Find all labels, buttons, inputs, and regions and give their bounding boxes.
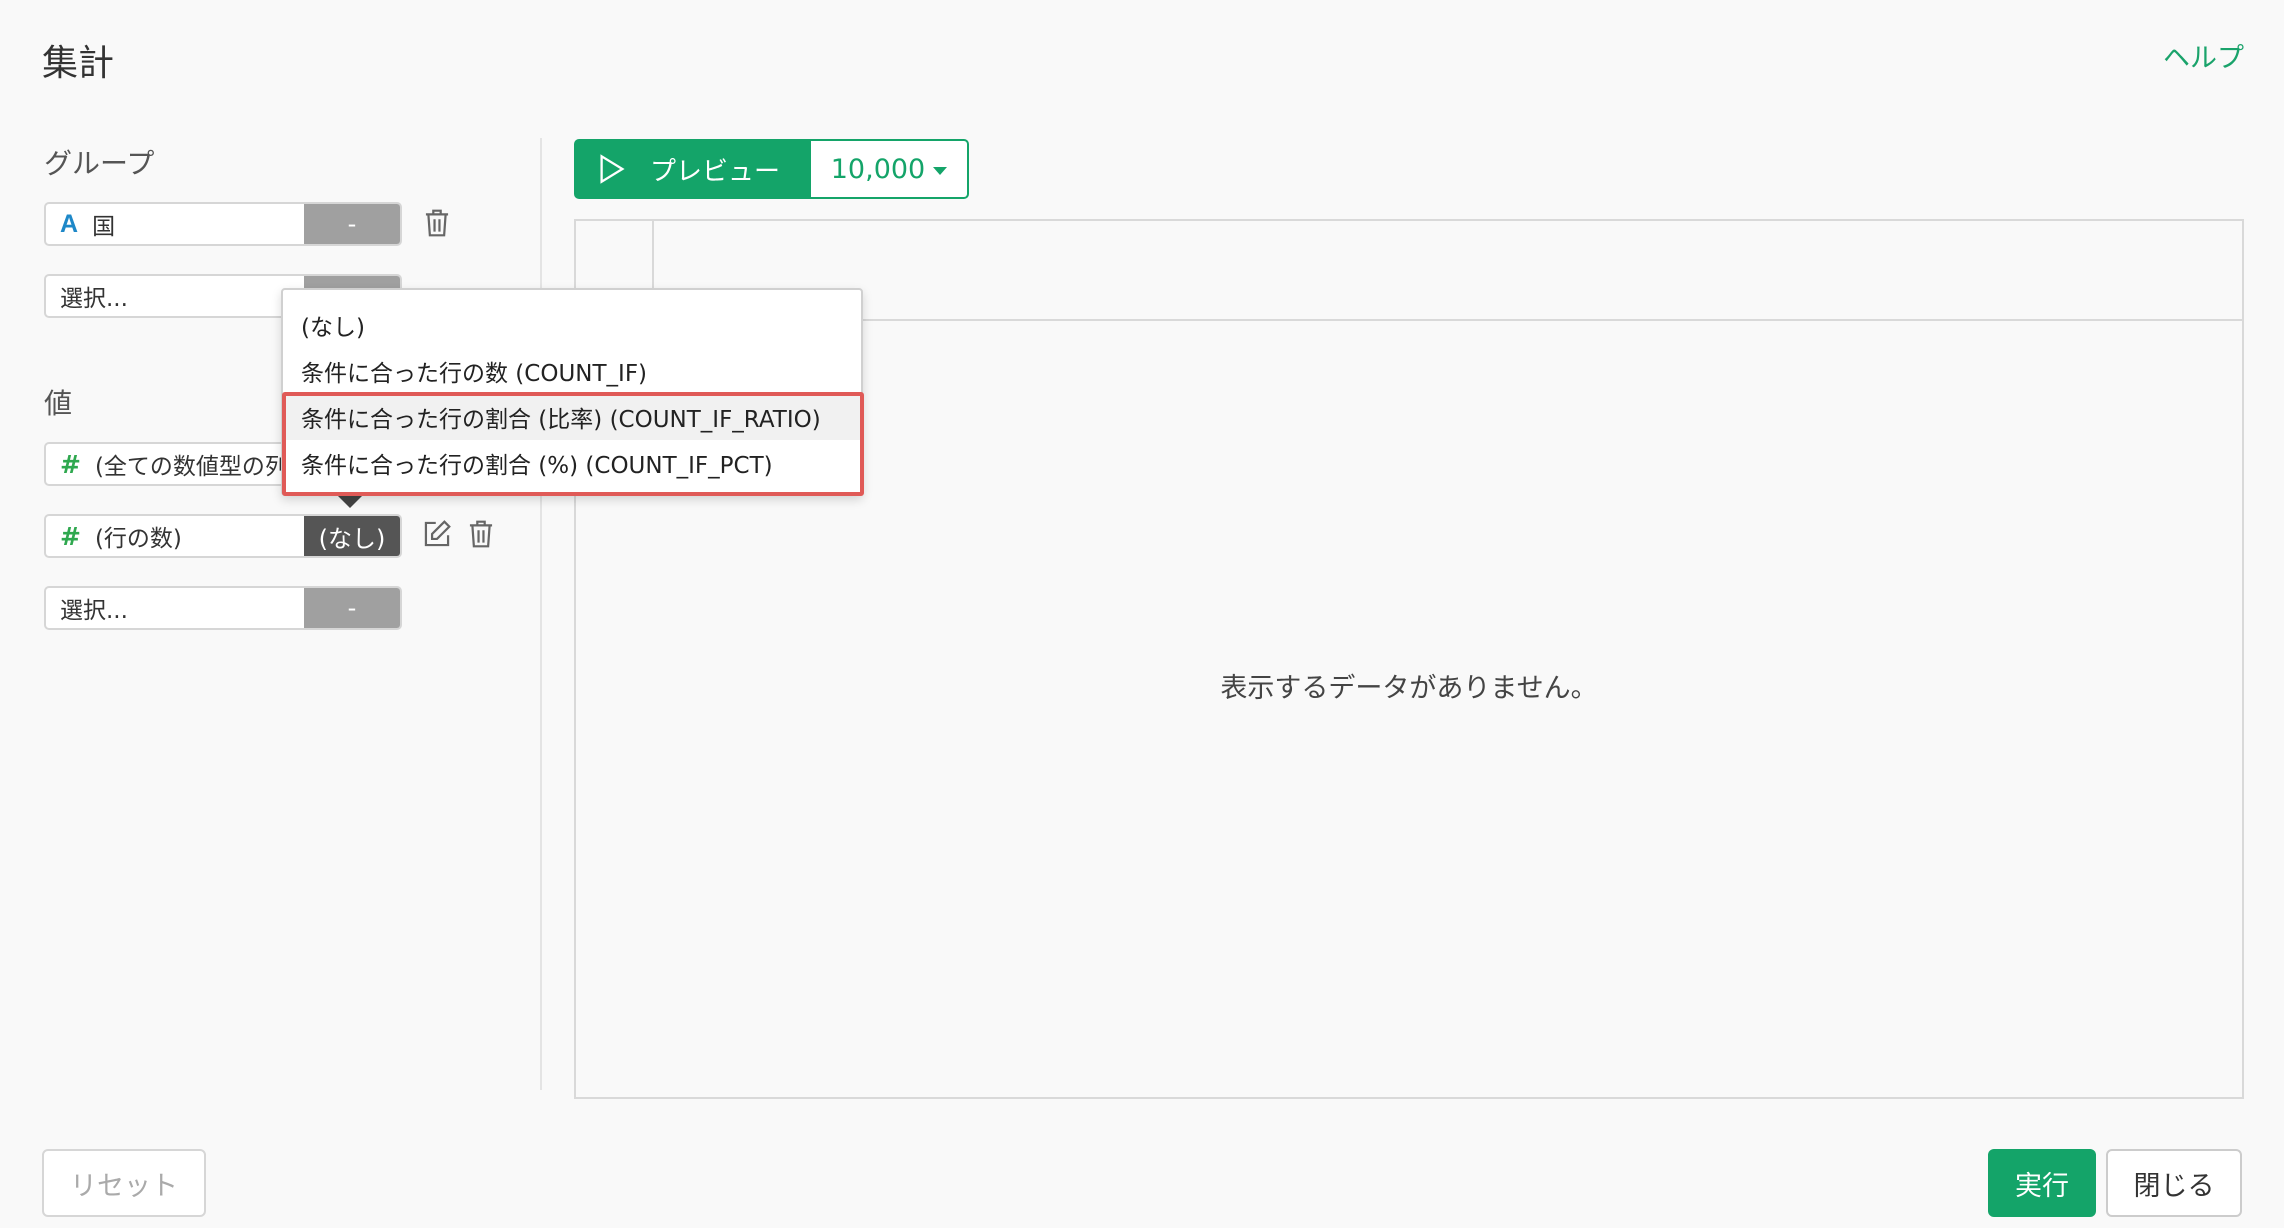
values-section-label: 値 <box>44 387 73 420</box>
play-icon <box>600 154 625 184</box>
number-type-icon: # <box>60 521 81 551</box>
aggregation-dropdown-menu: (なし) 条件に合った行の数 (COUNT_IF) 条件に合った行の割合 (比率… <box>281 288 863 496</box>
page-title: 集計 <box>42 43 115 84</box>
run-button[interactable]: 実行 <box>1988 1149 2096 1217</box>
value-agg-select-active[interactable]: (なし) <box>304 516 400 556</box>
dropdown-option-count-if[interactable]: 条件に合った行の数 (COUNT_IF) <box>283 348 861 394</box>
value-field-select[interactable]: 選択... - <box>44 586 402 630</box>
value-agg-select-empty[interactable]: - <box>304 588 400 628</box>
dropdown-option-count-if-pct[interactable]: 条件に合った行の割合 (%) (COUNT_IF_PCT) <box>283 440 861 486</box>
number-type-icon: # <box>60 449 81 479</box>
row-limit-dropdown[interactable]: 10,000 <box>811 139 969 199</box>
reset-button[interactable]: リセット <box>42 1149 206 1217</box>
preview-controls: プレビュー 10,000 <box>574 139 969 199</box>
preview-button[interactable]: プレビュー <box>574 139 811 199</box>
dropdown-option-count-if-ratio[interactable]: 条件に合った行の割合 (比率) (COUNT_IF_RATIO) <box>283 394 861 440</box>
group-section-label: グループ <box>44 147 155 180</box>
dropdown-option-none[interactable]: (なし) <box>283 302 861 348</box>
panel-divider <box>540 138 542 1090</box>
edit-icon[interactable] <box>420 518 454 550</box>
help-link[interactable]: ヘルプ <box>2163 36 2244 75</box>
tooltip-arrow <box>336 494 364 508</box>
empty-message: 表示するデータがありません。 <box>1220 673 1598 704</box>
trash-icon[interactable] <box>422 207 452 239</box>
group-field-country[interactable]: A 国 - <box>44 202 402 246</box>
trash-icon[interactable] <box>466 518 496 550</box>
caret-down-icon <box>933 167 948 175</box>
group-field-name[interactable]: A 国 <box>46 204 304 244</box>
string-type-icon: A <box>60 209 79 238</box>
close-button[interactable]: 閉じる <box>2106 1149 2242 1217</box>
group-agg-select[interactable]: - <box>304 204 400 244</box>
value-field-row-count[interactable]: # (行の数) (なし) <box>44 514 402 558</box>
